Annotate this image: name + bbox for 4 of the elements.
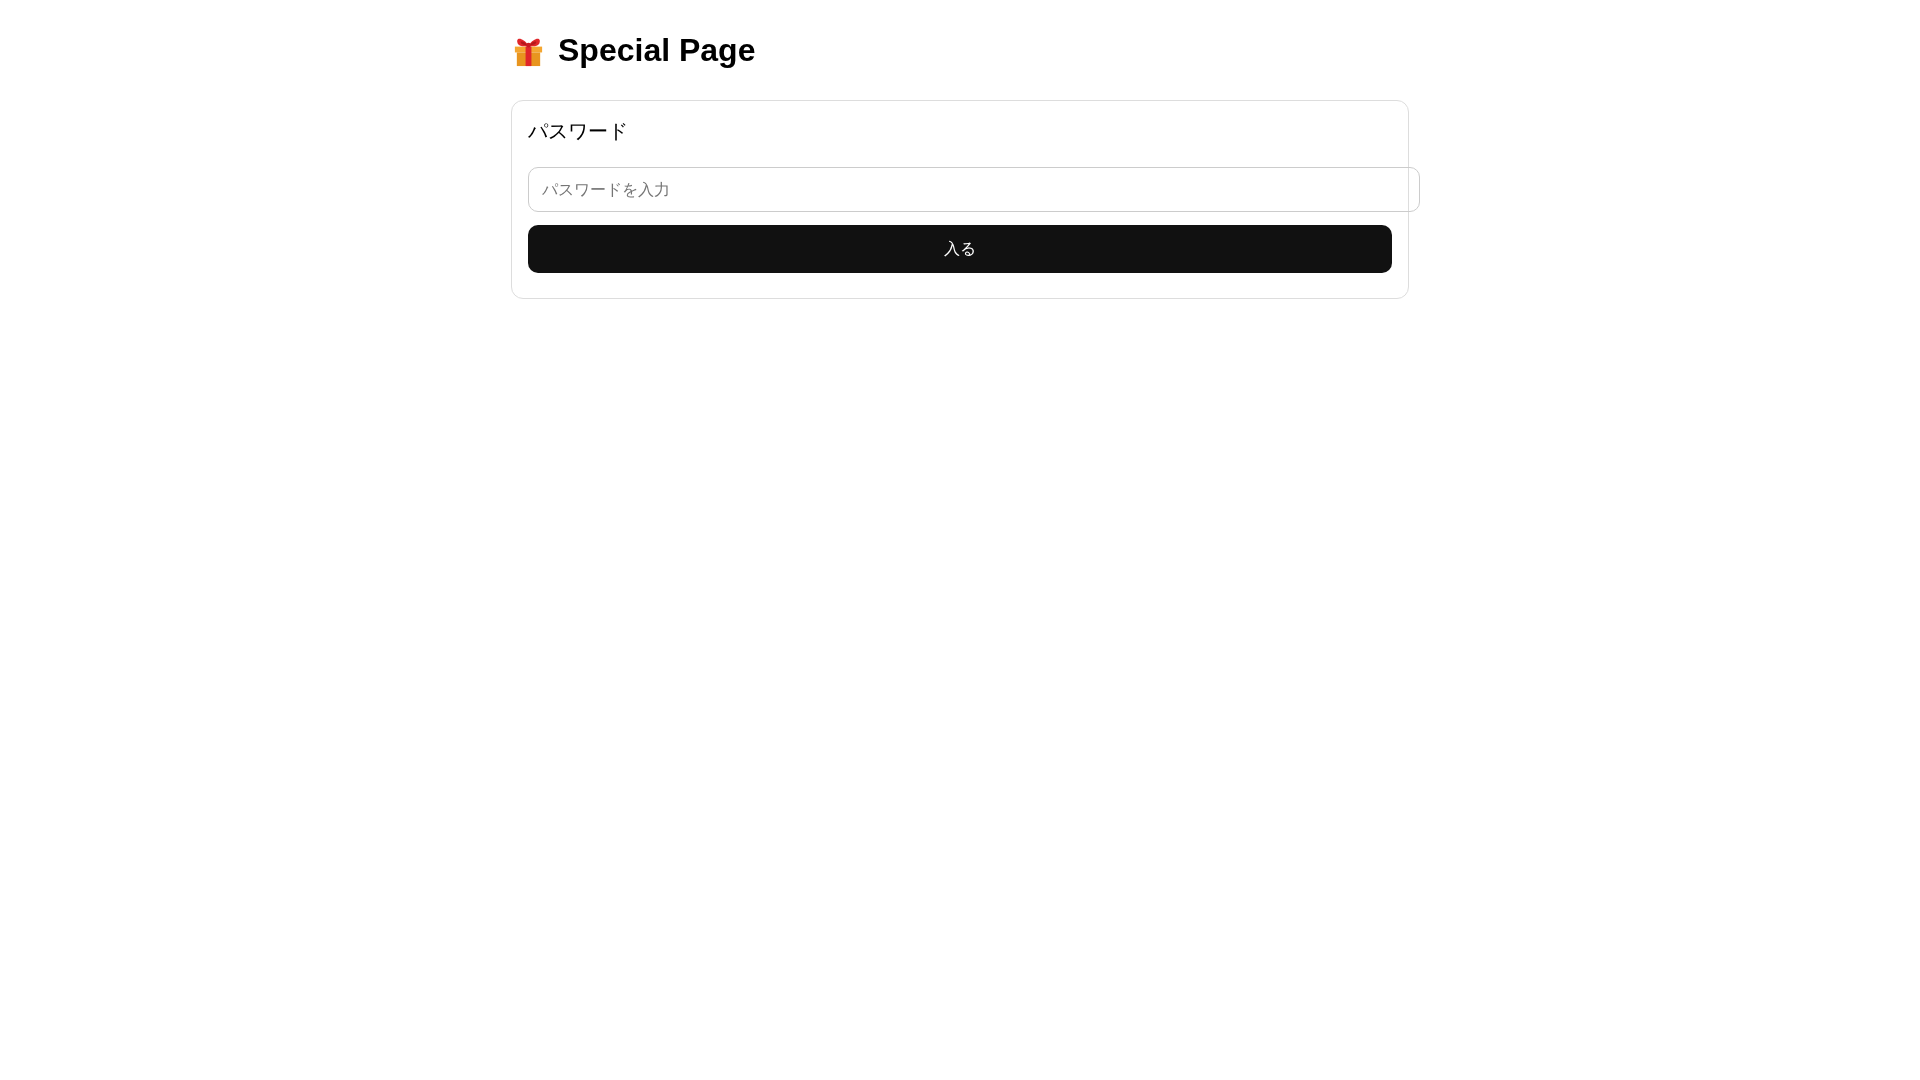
- page-title: Special Page: [558, 32, 756, 69]
- password-field[interactable]: パスワードを入力: [528, 167, 1420, 212]
- password-label: パスワード: [528, 119, 628, 144]
- enter-button[interactable]: 入る: [528, 225, 1392, 273]
